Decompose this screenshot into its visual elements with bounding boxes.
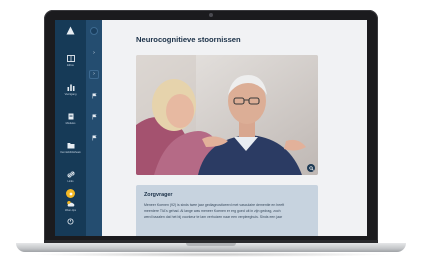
sidebar-item-modules[interactable]: Modules xyxy=(55,106,86,132)
sidebar: Ethos Voortgang Modules Kennisbibliothee… xyxy=(55,20,102,236)
laptop-screen: Ethos Voortgang Modules Kennisbibliothee… xyxy=(55,20,367,236)
sidebar-footer xyxy=(55,189,86,230)
laptop-shadow xyxy=(30,252,392,257)
sidebar-nav: Ethos Voortgang Modules Kennisbibliothee… xyxy=(55,20,86,236)
sidebar-item-kennisbibliotheek[interactable]: Kennisbibliotheek xyxy=(55,135,86,161)
zoom-icon[interactable] xyxy=(307,164,315,172)
folder-icon xyxy=(67,142,75,149)
document-stack-icon xyxy=(67,113,75,120)
sidebar-item-voortgang[interactable]: Voortgang xyxy=(55,77,86,103)
logo-icon xyxy=(65,25,76,36)
sidebar-item-label: Modules xyxy=(65,122,76,125)
flag-icon[interactable] xyxy=(90,27,98,35)
flag-icon xyxy=(89,91,99,100)
sidebar-item-links[interactable]: Links xyxy=(55,164,86,190)
sidebar-status-column: › › xyxy=(86,20,102,236)
card-text-line: werd bazalen dat het bij voorkeur te lam… xyxy=(144,215,283,219)
settings-icon[interactable] xyxy=(67,212,74,230)
bar-chart-icon xyxy=(67,84,75,91)
chevron-right-icon[interactable]: › xyxy=(89,49,99,58)
flag-icon xyxy=(89,133,99,142)
sidebar-item-ethos[interactable]: Ethos xyxy=(55,48,86,74)
page-title: Neurocognitieve stoornissen xyxy=(136,35,241,44)
sidebar-item-label: Links xyxy=(67,180,74,183)
card-text: Meneer Koenen (92) is sinds twee jaar ge… xyxy=(144,202,310,220)
sidebar-item-label: Voortgang xyxy=(64,93,77,96)
main-content: Neurocognitieve stoornissen Zorgvrager M… xyxy=(102,20,367,236)
chevron-right-icon[interactable]: › xyxy=(89,70,99,79)
sun-icon[interactable] xyxy=(66,189,75,198)
flag-icon xyxy=(89,112,99,121)
card-title: Zorgvrager xyxy=(144,192,173,198)
sidebar-item-label: Ethos xyxy=(67,64,74,67)
photo-elderly-caregiver-and-man xyxy=(136,55,318,175)
laptop-notch xyxy=(186,243,236,246)
client-card: Zorgvrager Meneer Koenen (92) is sinds t… xyxy=(136,185,318,236)
book-icon xyxy=(66,55,75,62)
link-icon xyxy=(66,171,75,178)
sidebar-item-label: Kennisbibliotheek xyxy=(60,151,81,154)
webcam xyxy=(209,13,213,17)
hero-photo xyxy=(136,55,318,175)
